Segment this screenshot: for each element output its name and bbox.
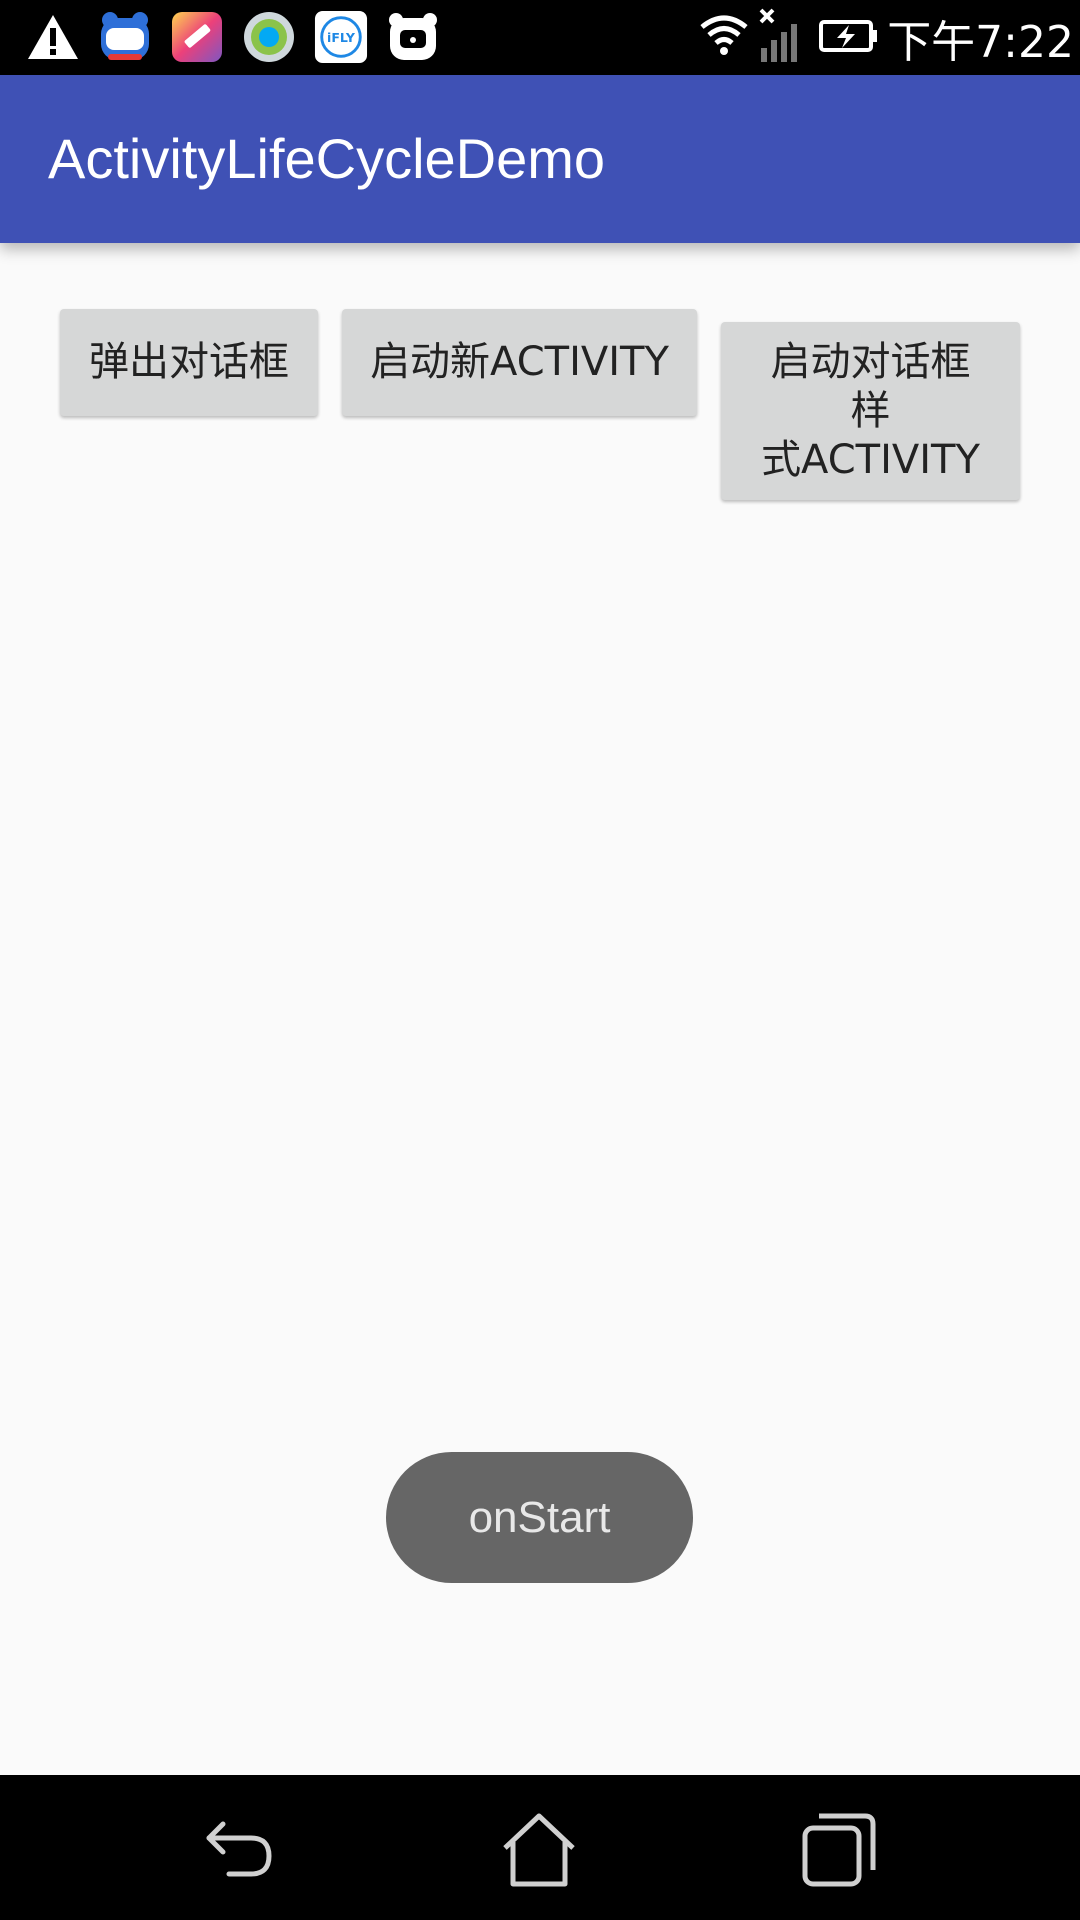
- show-dialog-button[interactable]: 弹出对话框: [60, 309, 318, 416]
- show-dialog-button-label: 弹出对话框: [89, 339, 289, 385]
- page-title: ActivityLifeCycleDemo: [48, 127, 606, 190]
- bear-app-icon: [386, 10, 440, 64]
- start-dialog-activity-label-line: 启动对话框: [770, 338, 971, 385]
- home-icon[interactable]: [494, 1805, 584, 1895]
- status-time: 下午7:22: [887, 16, 1074, 68]
- toast-text: onStart: [468, 1492, 611, 1542]
- green-circle-app-icon: [242, 10, 296, 64]
- toast-message: onStart: [386, 1452, 693, 1583]
- brush-app-icon: [170, 10, 224, 64]
- battery-charging-icon: [819, 19, 879, 57]
- wifi-icon: [699, 13, 749, 63]
- start-new-activity-button-label: 启动新ACTIVITY: [370, 339, 669, 385]
- recents-icon[interactable]: [794, 1805, 884, 1895]
- navigation-bar: [0, 1775, 1080, 1920]
- start-new-activity-button[interactable]: 启动新ACTIVITY: [342, 309, 697, 416]
- app-bar: ActivityLifeCycleDemo: [0, 75, 1080, 243]
- back-icon[interactable]: [194, 1805, 284, 1895]
- svg-text:iFLY: iFLY: [327, 30, 356, 45]
- start-dialog-activity-label-line: 式ACTIVITY: [761, 436, 980, 483]
- start-dialog-activity-button[interactable]: 启动对话框 样 式ACTIVITY: [721, 322, 1020, 500]
- cell-signal-icon: [757, 8, 805, 68]
- warning-icon: [26, 10, 80, 64]
- ifly-app-icon: iFLY: [314, 10, 368, 64]
- status-bar: iFLY 下午7:22: [0, 0, 1080, 75]
- start-dialog-activity-label-line: 样: [850, 387, 891, 434]
- baidu-du-app-icon: [98, 10, 152, 64]
